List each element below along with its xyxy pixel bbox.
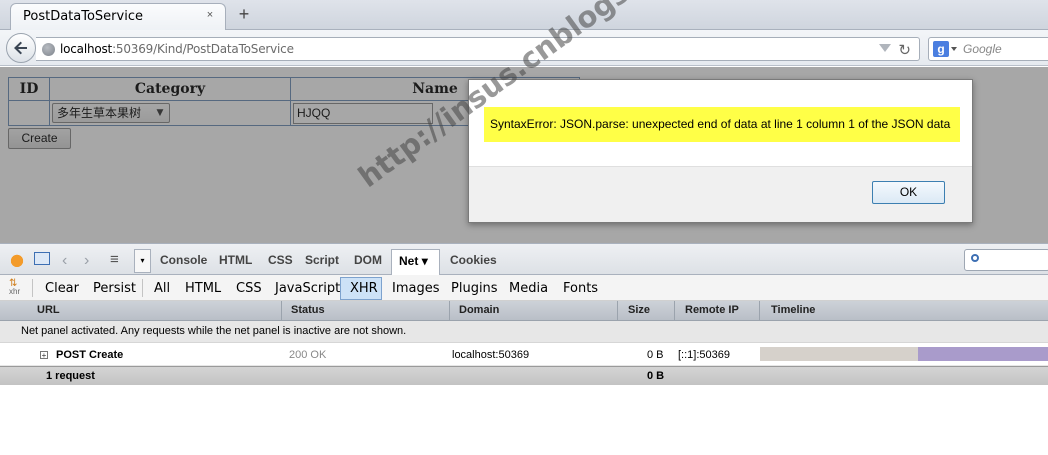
panel-menu-dropdown[interactable]: ▾ [134,249,151,273]
divider [32,279,33,297]
tab-script[interactable]: Script [305,253,339,267]
request-status: 200 OK [289,349,327,361]
net-filter-bar: ⇅ xhr Clear Persist All HTML CSS JavaScri… [0,275,1048,301]
reload-icon[interactable]: ↻ [898,41,911,59]
filter-images[interactable]: Images [392,281,440,296]
google-icon[interactable]: g [933,41,949,57]
clear-button[interactable]: Clear [45,281,79,296]
timeline-waiting-bar [760,347,918,361]
request-domain: localhost:50369 [452,349,530,361]
filter-media[interactable]: Media [509,281,548,296]
inspect-element-icon[interactable] [33,251,51,269]
chevron-down-icon: ▾ [421,254,428,268]
filter-javascript[interactable]: JavaScript [275,281,340,296]
filter-plugins[interactable]: Plugins [451,281,498,296]
column-url[interactable]: URL [37,304,60,316]
url-host: localhost [60,42,113,56]
search-bar[interactable]: g Google [928,37,1048,61]
column-size[interactable]: Size [628,304,650,316]
tab-title: PostDataToService [23,9,143,24]
chevron-left-icon[interactable]: ‹ [62,252,67,270]
column-divider[interactable] [449,301,450,321]
column-divider[interactable] [617,301,618,321]
list-menu-icon[interactable]: ≡ [110,251,119,268]
history-dropdown-icon[interactable] [879,44,891,52]
back-arrow-icon [14,41,27,55]
back-button[interactable] [6,33,36,63]
firebug-icon[interactable] [8,251,26,269]
new-tab-button[interactable]: + [236,4,252,24]
alert-dialog: SyntaxError: JSON.parse: unexpected end … [468,79,973,223]
info-message: Net panel activated. Any requests while … [21,325,407,337]
column-divider[interactable] [674,301,675,321]
search-icon [971,254,979,262]
column-status[interactable]: Status [291,304,325,316]
ok-button[interactable]: OK [872,181,945,204]
tab-cookies[interactable]: Cookies [450,253,497,267]
request-count: 1 request [46,370,95,382]
persist-button[interactable]: Persist [93,281,136,296]
column-remote-ip[interactable]: Remote IP [685,304,739,316]
total-size: 0 B [647,370,665,382]
search-placeholder: Google [963,42,1002,56]
dialog-footer: OK [469,166,972,222]
firebug-toolbar: ‹ › ≡ ▾ Console HTML CSS Script DOM Net … [0,243,1048,276]
net-column-headers: URL Status Domain Size Remote IP Timelin… [0,301,1048,321]
filter-css[interactable]: CSS [236,281,262,296]
url-bar[interactable]: localhost:50369/Kind/PostDataToService ↻ [36,37,920,61]
dialog-message: SyntaxError: JSON.parse: unexpected end … [484,107,960,142]
request-size: 0 B [647,349,664,361]
timeline-receiving-bar [918,347,1048,361]
request-remote-ip: [::1]:50369 [678,349,730,361]
filter-xhr[interactable]: XHR [350,281,378,296]
close-icon[interactable]: × [203,8,217,22]
net-summary-row: 1 request 0 B [0,366,1048,385]
tab-console[interactable]: Console [160,253,207,267]
globe-icon [42,43,55,56]
xhr-icon: ⇅ xhr [9,278,21,296]
chevron-right-icon[interactable]: › [84,252,89,270]
tab-net-label: Net [399,254,419,268]
column-domain[interactable]: Domain [459,304,499,316]
firebug-search-input[interactable] [964,249,1048,271]
tab-html[interactable]: HTML [219,253,252,267]
filter-all[interactable]: All [154,281,170,296]
table-row[interactable]: + POST Create 200 OK localhost:50369 0 B… [0,343,1048,366]
xhr-icon-label: xhr [9,287,21,296]
filter-html[interactable]: HTML [185,281,221,296]
dialog-body: SyntaxError: JSON.parse: unexpected end … [469,80,972,166]
expand-icon[interactable]: + [40,351,48,360]
filter-fonts[interactable]: Fonts [563,281,598,296]
column-timeline[interactable]: Timeline [771,304,815,316]
url-path: :50369/Kind/PostDataToService [112,42,294,56]
divider [142,279,143,297]
request-url[interactable]: POST Create [56,349,123,361]
tab-dom[interactable]: DOM [354,253,382,267]
column-divider[interactable] [759,301,760,321]
net-info-row: Net panel activated. Any requests while … [0,321,1048,343]
url-text[interactable]: localhost:50369/Kind/PostDataToService [60,42,294,56]
tab-css[interactable]: CSS [268,253,293,267]
column-divider[interactable] [281,301,282,321]
tab-strip: PostDataToService × + [0,0,1048,31]
engine-dropdown-icon[interactable] [951,47,957,51]
browser-tab[interactable]: PostDataToService × [10,3,226,31]
tab-net[interactable]: Net ▾ [391,249,440,276]
